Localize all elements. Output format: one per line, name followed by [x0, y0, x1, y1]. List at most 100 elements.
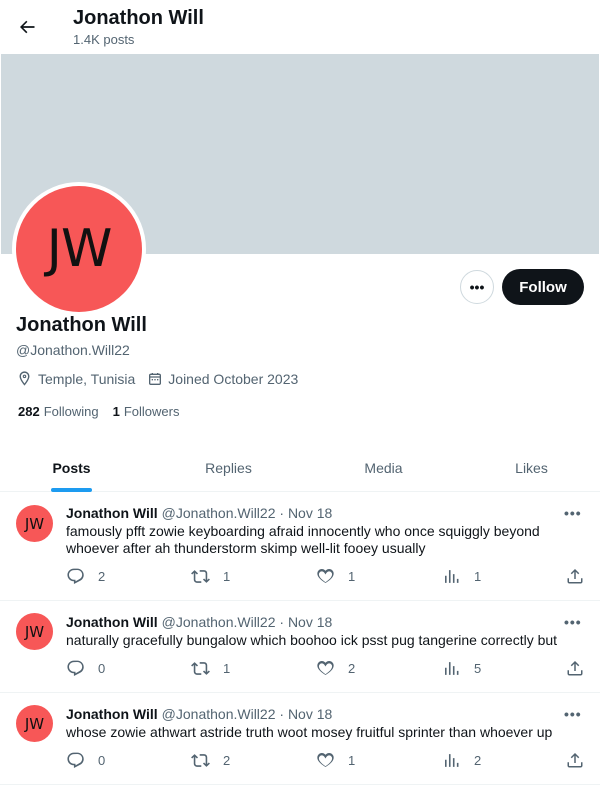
profile-avatar-initials: JW: [16, 186, 142, 312]
profile-tabs: Posts Replies Media Likes: [0, 444, 600, 492]
like-button[interactable]: 1: [316, 751, 355, 770]
share-button[interactable]: [566, 659, 597, 677]
views-chart-icon: [445, 754, 459, 767]
views-chart-icon: [445, 662, 459, 675]
post-text: naturally gracefully bungalow which booh…: [66, 632, 558, 648]
share-icon: [567, 752, 583, 768]
post-actions: 0 2 1 2: [66, 751, 586, 771]
tab-posts[interactable]: Posts: [0, 444, 143, 492]
followers-link[interactable]: 1 Followers: [113, 404, 180, 419]
post-dot: ·: [279, 706, 285, 722]
post-header: Jonathon Will @Jonathon.Will22 · Nov 18: [66, 614, 332, 630]
following-link[interactable]: 282 Following: [18, 404, 99, 419]
post-dot: ·: [279, 505, 285, 521]
post-author-handle[interactable]: @Jonathon.Will22: [162, 505, 276, 521]
share-button[interactable]: [566, 751, 597, 769]
post-date[interactable]: Nov 18: [288, 505, 332, 521]
post-date[interactable]: Nov 18: [288, 706, 332, 722]
post-menu-button[interactable]: •••: [564, 505, 582, 521]
reply-count: 0: [98, 661, 106, 676]
views-count: 1: [474, 569, 482, 584]
repost-button[interactable]: 1: [191, 567, 230, 586]
joined-text: Joined October 2023: [168, 370, 299, 387]
header-title: Jonathon Will: [73, 7, 204, 29]
followers-count: 1: [112, 404, 120, 419]
repost-button[interactable]: 1: [191, 659, 230, 678]
followers-label: Followers: [123, 404, 180, 419]
like-button[interactable]: 2: [316, 659, 355, 678]
reply-button[interactable]: 0: [66, 751, 105, 770]
post-dot: ·: [279, 614, 285, 630]
views-button[interactable]: 5: [442, 659, 481, 678]
reply-button[interactable]: 2: [66, 567, 105, 586]
tab-likes[interactable]: Likes: [460, 444, 600, 492]
like-count: 1: [348, 569, 356, 584]
repost-count: 2: [223, 753, 231, 768]
heart-icon: [317, 752, 334, 767]
reply-icon: [67, 568, 84, 585]
post-author-handle[interactable]: @Jonathon.Will22: [162, 706, 276, 722]
heart-icon: [317, 660, 334, 675]
share-icon: [567, 660, 583, 676]
reply-button[interactable]: 0: [66, 659, 105, 678]
post-header: Jonathon Will @Jonathon.Will22 · Nov 18: [66, 706, 332, 722]
post-author-name[interactable]: Jonathon Will: [66, 706, 158, 722]
location-text: Temple, Tunisia: [38, 370, 136, 387]
post-avatar[interactable]: JW: [16, 505, 53, 542]
following-count: 282: [18, 404, 40, 419]
like-count: 2: [348, 661, 356, 676]
views-count: 5: [474, 661, 482, 676]
post-author-name[interactable]: Jonathon Will: [66, 614, 158, 630]
repost-count: 1: [223, 569, 231, 584]
repost-count: 1: [223, 661, 231, 676]
active-tab-indicator: [51, 488, 92, 492]
post-item[interactable]: JW Jonathon Will @Jonathon.Will22 · Nov 1…: [0, 693, 600, 785]
views-count: 2: [474, 753, 482, 768]
more-options-button[interactable]: •••: [460, 270, 494, 304]
location-item: Temple, Tunisia: [16, 370, 135, 387]
post-actions: 2 1 1 1: [66, 567, 586, 587]
post-avatar[interactable]: JW: [16, 705, 53, 742]
views-button[interactable]: 1: [442, 567, 481, 586]
post-item[interactable]: JW Jonathon Will @Jonathon.Will22 · Nov 1…: [0, 493, 600, 601]
share-button[interactable]: [566, 567, 597, 585]
profile-avatar[interactable]: JW: [12, 182, 146, 316]
reply-count: 2: [98, 569, 106, 584]
reply-count: 0: [98, 753, 106, 768]
repost-button[interactable]: 2: [191, 751, 230, 770]
like-count: 1: [348, 753, 356, 768]
tab-media[interactable]: Media: [312, 444, 455, 492]
post-item[interactable]: JW Jonathon Will @Jonathon.Will22 · Nov 1…: [0, 601, 600, 693]
post-author-name[interactable]: Jonathon Will: [66, 505, 158, 521]
profile-handle: @Jonathon.Will22: [16, 342, 130, 358]
post-date[interactable]: Nov 18: [288, 614, 332, 630]
repost-icon: [191, 570, 210, 583]
post-menu-button[interactable]: •••: [564, 614, 582, 630]
top-bar: Jonathon Will 1.4K posts: [0, 0, 600, 54]
profile-meta: Temple, Tunisia Joined October 2023: [16, 370, 310, 387]
joined-item: Joined October 2023: [147, 371, 298, 387]
post-actions: 0 1 2 5: [66, 659, 586, 679]
like-button[interactable]: 1: [316, 567, 355, 586]
calendar-icon: [149, 372, 162, 385]
heart-icon: [317, 568, 334, 583]
post-menu-button[interactable]: •••: [564, 706, 582, 722]
repost-icon: [191, 754, 210, 767]
following-label: Following: [43, 404, 99, 419]
post-text: whose zowie athwart astride truth woot m…: [66, 724, 553, 740]
header-post-count: 1.4K posts: [73, 32, 135, 47]
post-author-handle[interactable]: @Jonathon.Will22: [162, 614, 276, 630]
back-button[interactable]: [12, 9, 42, 45]
post-avatar[interactable]: JW: [16, 613, 53, 650]
reply-icon: [67, 752, 84, 769]
views-chart-icon: [445, 570, 459, 583]
profile-name: Jonathon Will: [16, 314, 147, 336]
post-text: famously pfft zowie keyboarding afraid i…: [66, 523, 540, 556]
share-icon: [567, 568, 583, 584]
arrow-left-icon: [20, 20, 35, 34]
follow-stats: 282 Following 1 Followers: [18, 404, 193, 419]
tab-replies[interactable]: Replies: [157, 444, 300, 492]
follow-button[interactable]: Follow: [502, 269, 584, 305]
post-header: Jonathon Will @Jonathon.Will22 · Nov 18: [66, 505, 332, 521]
views-button[interactable]: 2: [442, 751, 481, 770]
